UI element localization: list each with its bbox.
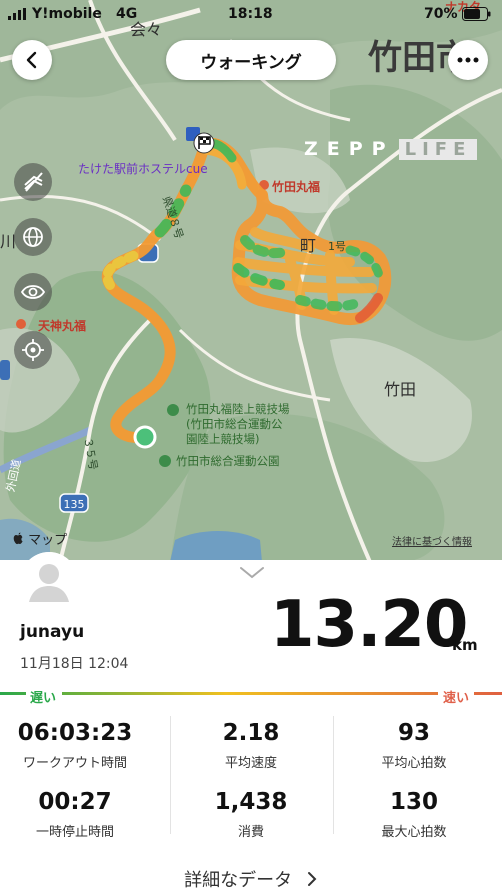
stat-label: 一時停止時間	[35, 825, 114, 840]
username: junayu	[20, 622, 85, 642]
map-label-restaurant2: 天神丸福	[38, 319, 87, 333]
detailed-data-label: 詳細なデータ	[184, 870, 293, 891]
map-label-restaurant: 竹田丸福	[272, 180, 321, 194]
layers-off-icon	[24, 172, 43, 192]
workout-summary-sheet: junayu 11月18日 12:04 13.20 km 遅い 速い 06:03…	[0, 552, 502, 895]
stat-value: 06:03:23	[17, 720, 133, 746]
stat-max-heart-rate: 130 最大心拍数	[334, 789, 494, 840]
signal-icon	[8, 8, 26, 20]
locate-icon	[22, 339, 44, 361]
stat-value: 93	[397, 720, 430, 746]
stat-calories: 1,438 消費	[171, 789, 331, 840]
stat-label: ワークアウト時間	[22, 756, 127, 771]
stat-avg-heart-rate: 93 平均心拍数	[334, 720, 494, 771]
stat-label: 最大心拍数	[381, 825, 447, 840]
workout-datetime: 11月18日 12:04	[20, 656, 129, 672]
zepp-life-logo: ZEPP LIFE	[304, 137, 478, 161]
apple-icon	[13, 532, 23, 545]
stat-label: 平均心拍数	[381, 756, 447, 771]
map-label-town: 竹田	[384, 380, 417, 399]
map-label-hyou: 1号	[328, 240, 346, 253]
stat-value: 2.18	[222, 720, 280, 746]
map-background: 135	[0, 0, 502, 562]
stat-workout-time: 06:03:23 ワークアウト時間	[0, 720, 155, 771]
avatar[interactable]	[20, 552, 78, 610]
chevron-left-icon	[26, 51, 37, 69]
legal-info-link[interactable]: 法律に基づく情報	[392, 533, 472, 548]
workout-detail-screen: 135 竹田市 会々 ナカタ たけた駅前ホステルcue 県道８号 竹田丸福 天神…	[0, 0, 502, 895]
globe-icon	[23, 227, 43, 247]
stat-avg-speed: 2.18 平均速度	[171, 720, 331, 771]
map-label-stadium: 竹田丸福陸上競技場 (竹田市総合運動公 園陸上競技場)	[186, 402, 290, 446]
map-brand-label: マップ	[28, 533, 68, 548]
apple-maps-attribution: マップ	[13, 529, 67, 548]
ellipsis-icon	[457, 57, 479, 63]
map-label-park: 竹田市総合運動公園	[176, 454, 280, 468]
svg-text:135: 135	[64, 498, 85, 511]
network-label: 4G	[116, 6, 138, 22]
start-marker	[133, 425, 157, 449]
carrier-label: Y!mobile	[32, 6, 102, 22]
stat-value: 1,438	[214, 789, 288, 815]
visibility-button[interactable]	[14, 273, 52, 311]
more-button[interactable]	[448, 40, 488, 80]
stat-label: 消費	[237, 825, 264, 840]
clock: 18:18	[228, 6, 273, 22]
route-map[interactable]: 135 竹田市 会々 ナカタ たけた駅前ホステルcue 県道８号 竹田丸福 天神…	[0, 0, 502, 562]
distance-unit: km	[452, 636, 478, 654]
chevron-right-icon	[307, 872, 317, 886]
fast-label: 速い	[443, 691, 470, 706]
activity-type-title: ウォーキング	[166, 40, 336, 80]
map-style-button[interactable]	[14, 218, 52, 256]
distance-value: 13.20	[270, 588, 468, 662]
battery-percent: 70%	[424, 6, 458, 22]
stat-label: 平均速度	[224, 756, 277, 771]
stat-value: 130	[389, 789, 438, 815]
locate-button[interactable]	[14, 331, 52, 369]
detailed-data-link[interactable]: 詳細なデータ	[0, 866, 502, 892]
status-bar: Y!mobile 4G 18:18 70%	[0, 0, 502, 28]
stat-pause-time: 00:27 一時停止時間	[0, 789, 155, 840]
eye-icon	[21, 285, 45, 299]
back-button[interactable]	[12, 40, 52, 80]
stat-value: 00:27	[38, 789, 112, 815]
toggle-layers-button[interactable]	[14, 163, 52, 201]
map-label-machi: 町	[300, 236, 317, 255]
default-avatar-icon	[20, 552, 78, 610]
speed-color-scale	[0, 685, 502, 702]
collapse-chevron-icon[interactable]	[239, 566, 265, 580]
slow-label: 遅い	[30, 691, 57, 706]
battery-icon	[462, 7, 491, 21]
map-label-hotel: たけた駅前ホステルcue	[78, 162, 208, 176]
